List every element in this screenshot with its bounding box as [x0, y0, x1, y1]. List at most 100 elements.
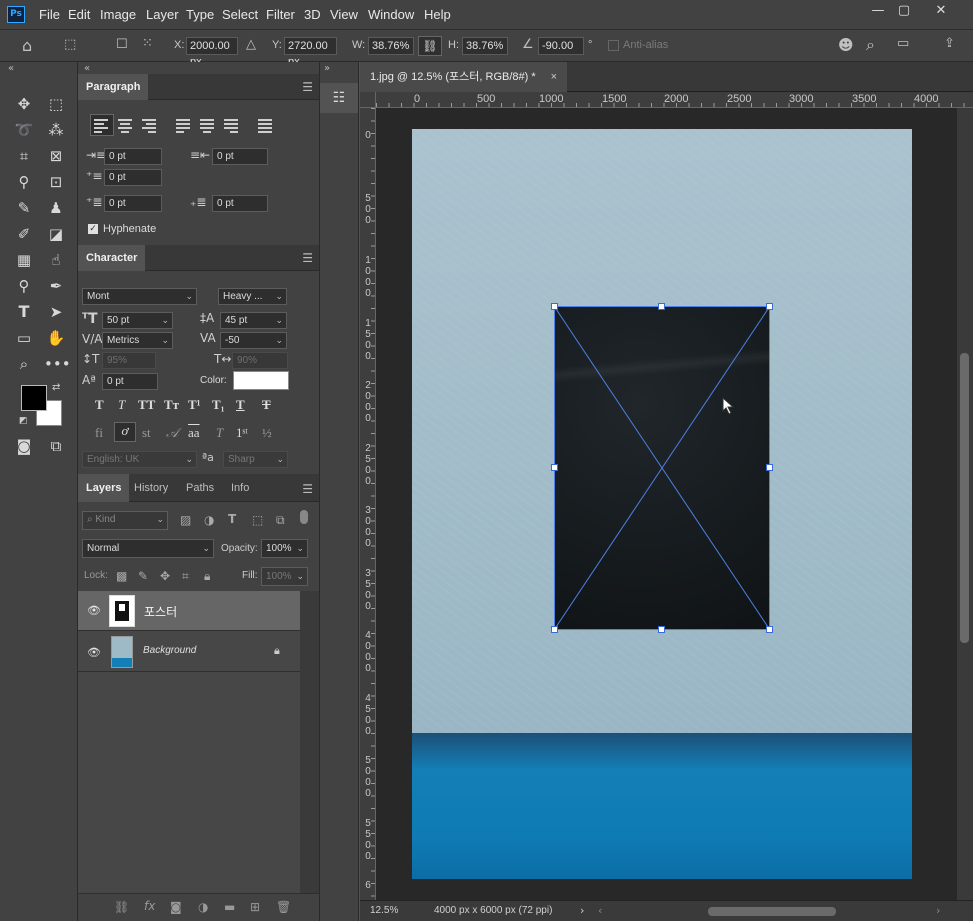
scroll-right-icon[interactable]: › [936, 904, 940, 917]
tab-paths[interactable]: Paths [178, 474, 222, 502]
menu-window[interactable]: Window [368, 7, 414, 22]
layer-row-poster[interactable]: 👁︎ 포스터 [78, 591, 300, 631]
swap-colors-icon[interactable]: ⇄ [52, 382, 60, 393]
transform-handle-left[interactable] [551, 464, 558, 471]
gradient-tool-icon[interactable]: ▦ [12, 248, 36, 272]
menu-type[interactable]: Type [186, 7, 214, 22]
space-after-field[interactable]: 0 pt [212, 195, 268, 212]
status-menu-arrow-icon[interactable]: › [580, 904, 584, 917]
layer-name[interactable]: 포스터 [144, 603, 177, 620]
menu-edit[interactable]: Edit [68, 7, 90, 22]
vertical-scroll-thumb[interactable] [960, 353, 969, 643]
smudge-tool-icon[interactable]: ☝ [44, 248, 68, 272]
justify-last-right-icon[interactable] [224, 117, 242, 133]
filter-type-icon[interactable]: T [228, 512, 236, 526]
tracking-select[interactable]: -50 ⌄ [220, 332, 287, 349]
filter-adjustment-icon[interactable]: ◑ [204, 513, 214, 527]
paragraph-menu-icon[interactable]: ☰ [302, 80, 313, 94]
opacity-field[interactable]: 100% ⌄ [261, 539, 308, 558]
more-tools-icon[interactable]: ••• [44, 352, 71, 376]
marquee-tool-icon[interactable]: ⬚ [44, 92, 68, 116]
expand-panels-icon[interactable]: » [324, 63, 330, 74]
indent-left-field[interactable]: 0 pt [104, 148, 162, 165]
lock-pixels-icon[interactable]: ✎ [138, 569, 148, 583]
lock-artboard-icon[interactable]: ⌗ [182, 569, 189, 584]
share-icon[interactable]: ⇪ [944, 36, 955, 51]
vertical-scrollbar[interactable] [957, 108, 973, 900]
layers-menu-icon[interactable]: ☰ [302, 482, 313, 496]
brush-tool-icon[interactable]: ✎ [12, 196, 36, 220]
healing-tool-icon[interactable]: ⊡ [44, 170, 68, 194]
add-mask-icon[interactable]: ◙ [170, 900, 182, 914]
tab-info[interactable]: Info [223, 474, 257, 502]
frame-tool-icon[interactable]: ⊠ [44, 144, 68, 168]
antialias-select[interactable]: Sharp ⌄ [223, 451, 288, 468]
menu-help[interactable]: Help [424, 7, 451, 22]
indent-first-line-field[interactable]: 0 pt [104, 169, 162, 186]
rotate-field[interactable]: -90.00 [538, 37, 584, 55]
faux-italic-icon[interactable]: T [118, 397, 125, 413]
font-family-select[interactable]: Mont ⌄ [82, 288, 197, 305]
magic-wand-tool-icon[interactable]: ⁂ [44, 118, 68, 142]
fill-field[interactable]: 100% ⌄ [261, 567, 308, 586]
discretionary-ligatures-icon[interactable]: ơ [114, 422, 136, 442]
close-tab-icon[interactable]: × [551, 62, 557, 92]
blend-mode-select[interactable]: Normal ⌄ [82, 539, 214, 558]
justify-last-left-icon[interactable] [176, 117, 194, 133]
eyedropper-tool-icon[interactable]: ⚲ [12, 170, 36, 194]
screen-mode-icon[interactable]: ⧉ [44, 434, 68, 458]
text-color-swatch[interactable] [233, 371, 289, 390]
character-menu-icon[interactable]: ☰ [302, 251, 313, 265]
type-tool-icon[interactable]: T [12, 300, 36, 324]
lock-position-icon[interactable]: ✥ [160, 569, 170, 583]
workspace-icon[interactable]: ▭ [897, 36, 909, 51]
align-right-icon[interactable] [142, 117, 160, 133]
vertical-ruler[interactable]: 0 5 0 0 1 0 0 0 1 5 0 0 2 0 0 0 2 5 0 0 … [360, 108, 376, 900]
transform-handle-bottom[interactable] [658, 626, 665, 633]
horizontal-scale-field[interactable]: 90% [232, 352, 288, 369]
crop-tool-icon[interactable]: ⌗ [12, 144, 36, 168]
link-layers-icon[interactable]: ⛓ [114, 900, 129, 914]
fx-icon[interactable]: fx [144, 899, 155, 913]
layer-name[interactable]: Background [143, 645, 196, 656]
menu-3d[interactable]: 3D [304, 7, 321, 22]
anti-alias-checkbox[interactable] [608, 40, 619, 51]
trash-icon[interactable]: 🗑︎ [276, 900, 291, 914]
small-caps-icon[interactable]: Tт [164, 397, 179, 413]
menu-image[interactable]: Image [100, 7, 136, 22]
properties-sliders-icon[interactable]: ☷ [320, 83, 358, 113]
poster-layer[interactable] [554, 306, 770, 630]
menu-select[interactable]: Select [222, 7, 258, 22]
menu-view[interactable]: View [330, 7, 358, 22]
maximize-icon[interactable]: ▢ [888, 2, 920, 22]
transform-handle-bottom-right[interactable] [766, 626, 773, 633]
filter-toggle-icon[interactable] [300, 510, 308, 524]
transform-handle-top[interactable] [658, 303, 665, 310]
ordinals-icon[interactable]: 1ˢᵗ [236, 425, 248, 441]
justify-all-icon[interactable] [258, 117, 276, 133]
titling-alternates-icon[interactable]: T [216, 425, 223, 441]
pen-tool-icon[interactable]: ✒ [44, 274, 68, 298]
tab-layers[interactable]: Layers [78, 474, 130, 502]
oldstyle-icon[interactable]: st [142, 425, 151, 441]
transform-handle-bottom-left[interactable] [551, 626, 558, 633]
reference-point-grid-icon[interactable]: ⁙ [142, 36, 153, 51]
link-icon[interactable]: ⛓ [418, 36, 442, 56]
align-center-icon[interactable] [118, 117, 136, 133]
horizontal-scroll-thumb[interactable] [708, 907, 836, 916]
relative-position-icon[interactable]: △ [246, 37, 256, 52]
font-style-select[interactable]: Heavy ... ⌄ [218, 288, 287, 305]
move-tool-icon[interactable]: ✥ [12, 92, 36, 116]
user-icon[interactable]: ☻ [838, 36, 854, 54]
new-layer-icon[interactable]: ⊞ [250, 900, 260, 914]
height-field[interactable]: 38.76% [462, 37, 508, 55]
transform-select-icon[interactable]: ⬚ [64, 37, 76, 52]
filter-smart-object-icon[interactable]: ⧉ [276, 513, 285, 528]
dodge-tool-icon[interactable]: ⚲ [12, 274, 36, 298]
new-group-icon[interactable]: ▬ [224, 900, 235, 914]
tab-character[interactable]: Character [78, 245, 146, 271]
baseline-shift-field[interactable]: 0 pt [102, 373, 158, 390]
zoom-level[interactable]: 12.5% [370, 905, 398, 916]
collapse-panels-icon[interactable]: « [84, 63, 90, 74]
horizontal-ruler[interactable]: 0 500 1000 1500 2000 2500 3000 3500 4000 [376, 92, 973, 108]
